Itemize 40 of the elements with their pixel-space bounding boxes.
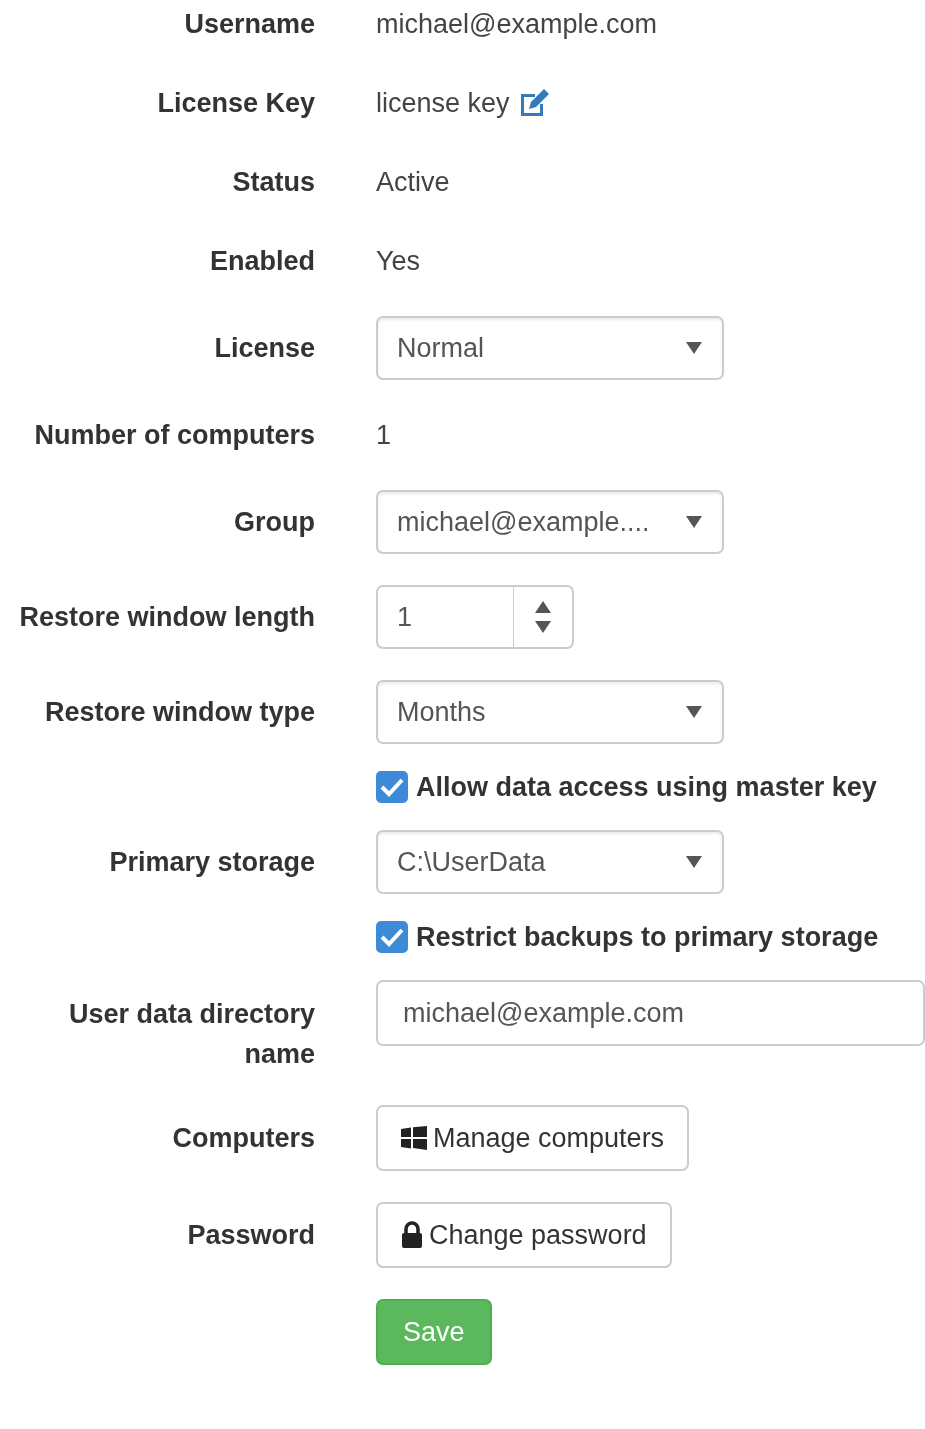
field-label: Restore window type (44, 697, 315, 727)
field-label: Primary storage (109, 847, 315, 877)
checkbox[interactable] (376, 771, 408, 803)
field-value: michael@example.com (376, 8, 657, 40)
manage-computers-button[interactable]: Manage computers (376, 1105, 690, 1171)
down-arrow-icon[interactable] (535, 621, 551, 633)
checkbox-label: Restrict backups to primary storage (416, 921, 879, 953)
field-label: Computers (172, 1123, 315, 1153)
field-label: Status (232, 167, 315, 197)
caret-icon (686, 516, 702, 528)
field-label: Password (187, 1220, 315, 1250)
up-arrow-icon[interactable] (535, 601, 551, 613)
dropdown[interactable]: Normal (376, 316, 724, 380)
field-value: Yes (376, 245, 421, 277)
field-label: License Key (157, 88, 315, 118)
field-value: Active (376, 166, 450, 198)
input-field[interactable]: michael@example.com (376, 980, 925, 1046)
field-label: Username (184, 9, 315, 39)
windows-icon (401, 1126, 427, 1150)
field-label: Group (234, 507, 315, 537)
dropdown[interactable]: michael@example.... (376, 490, 724, 554)
field-label: Enabled (209, 246, 315, 276)
field-label: License (214, 333, 315, 363)
field-label: Restore window length (19, 602, 315, 632)
caret-icon (686, 706, 702, 718)
change-password-button[interactable]: Change password (376, 1202, 672, 1268)
number-field[interactable]: 1 (376, 585, 574, 649)
field-label: User data directory name (68, 999, 315, 1069)
caret-icon (686, 856, 702, 868)
checkbox[interactable] (376, 921, 408, 953)
dropdown[interactable]: Months (376, 680, 724, 744)
checkbox-label: Allow data access using master key (416, 771, 877, 803)
field-value: license key (376, 87, 510, 119)
check-icon (380, 927, 404, 947)
dropdown[interactable]: C:\UserData (376, 830, 724, 894)
check-icon (380, 777, 404, 797)
field-label: Number of computers (34, 420, 315, 450)
caret-icon (686, 342, 702, 354)
field-value: 1 (376, 419, 392, 451)
lock-icon (401, 1221, 423, 1249)
